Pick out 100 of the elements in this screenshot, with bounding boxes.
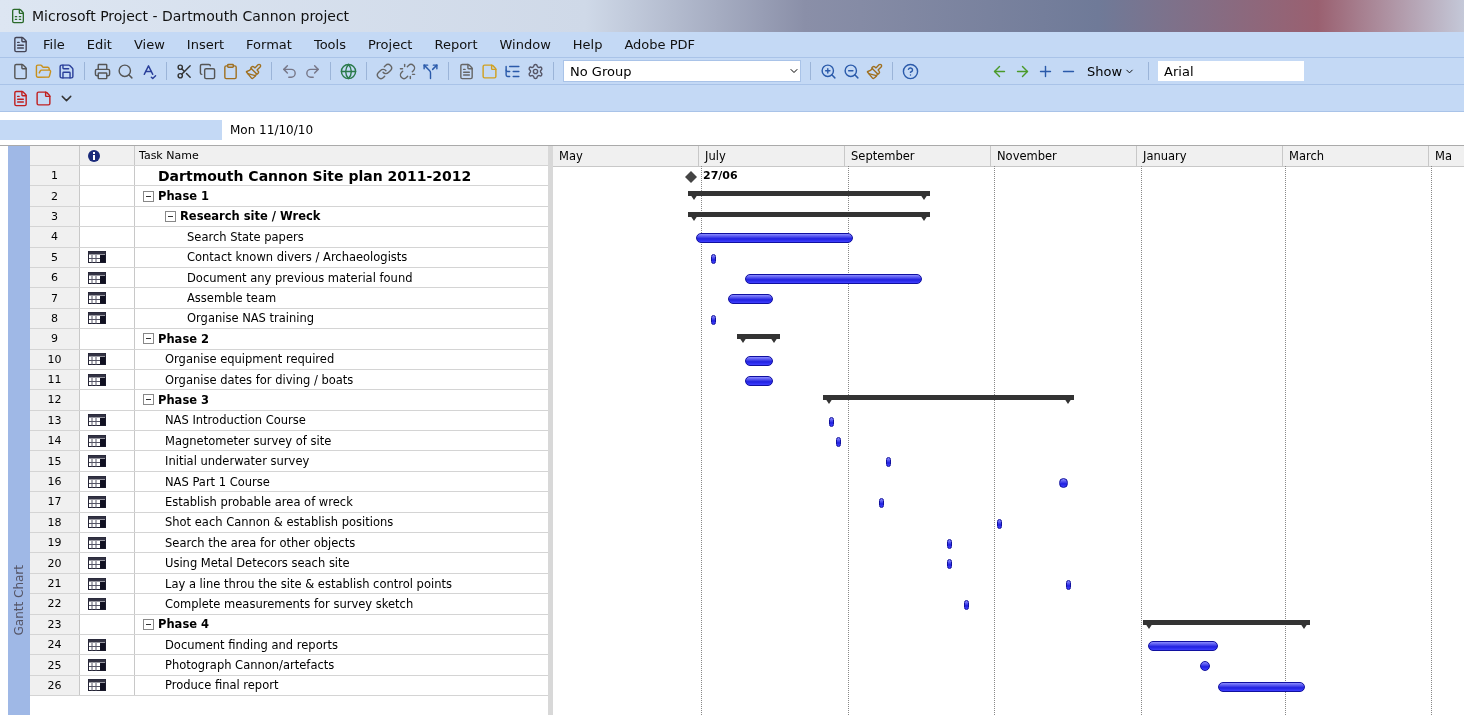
pdf-review-icon[interactable]: [35, 89, 52, 107]
menu-item[interactable]: Project: [359, 37, 421, 52]
row-number[interactable]: 20: [30, 553, 80, 573]
row-number[interactable]: 11: [30, 369, 80, 390]
copy-icon[interactable]: [199, 62, 216, 80]
zoom-out-icon[interactable]: [843, 62, 860, 80]
preview-icon[interactable]: [117, 62, 134, 80]
task-name[interactable]: Lay a line throu the site & establish control points: [165, 576, 452, 591]
gear-icon[interactable]: [527, 62, 544, 80]
row-number[interactable]: 16: [30, 471, 80, 492]
row-number[interactable]: 14: [30, 431, 80, 451]
task-name[interactable]: Assemble team: [187, 291, 277, 306]
row-number[interactable]: 23: [30, 614, 80, 634]
row-number[interactable]: 24: [30, 635, 80, 655]
menu-item[interactable]: Insert: [178, 37, 233, 52]
link-icon[interactable]: [376, 62, 393, 80]
collapse-toggle[interactable]: [143, 394, 154, 406]
task-name[interactable]: Dartmouth Cannon Site plan 2011-2012: [158, 167, 472, 184]
collapse-toggle[interactable]: [143, 190, 154, 202]
help-icon[interactable]: [902, 62, 919, 80]
calendar-icon: [88, 475, 106, 488]
undo-icon[interactable]: [281, 62, 298, 80]
row-number[interactable]: 5: [30, 247, 80, 267]
row-number[interactable]: 10: [30, 349, 80, 369]
task-name[interactable]: Complete measurements for survey sketch: [165, 596, 414, 611]
column-header[interactable]: Task Name: [135, 149, 199, 162]
zoom-in-icon[interactable]: [820, 62, 837, 80]
timescale-label: September: [845, 146, 991, 166]
row-number[interactable]: 26: [30, 675, 80, 696]
task-name[interactable]: Initial underwater survey: [165, 454, 310, 469]
row-number[interactable]: 22: [30, 594, 80, 614]
row-number[interactable]: 3: [30, 206, 80, 227]
pdf-icon[interactable]: [12, 89, 29, 107]
save-icon[interactable]: [58, 62, 75, 80]
task-name[interactable]: Organise NAS training: [187, 311, 315, 326]
row-number[interactable]: 8: [30, 308, 80, 329]
row-number[interactable]: 25: [30, 655, 80, 675]
task-name[interactable]: Search the area for other objects: [165, 535, 356, 550]
menu-item[interactable]: Tools: [305, 37, 354, 52]
task-name[interactable]: Produce final report: [165, 678, 279, 693]
redo-icon[interactable]: [304, 62, 321, 80]
scissors-icon[interactable]: [176, 62, 193, 80]
task-name[interactable]: Document any previous material found: [187, 270, 413, 285]
task-name[interactable]: Phase 4: [158, 617, 210, 632]
printer-icon[interactable]: [94, 62, 111, 80]
info-sheet-icon[interactable]: [458, 62, 475, 80]
row-number[interactable]: 19: [30, 533, 80, 553]
row-number[interactable]: 9: [30, 329, 80, 349]
task-name[interactable]: Photograph Cannon/artefacts: [165, 658, 335, 673]
collapse-toggle[interactable]: [143, 333, 154, 345]
font-field[interactable]: Arial: [1158, 61, 1305, 81]
task-name[interactable]: Establish probable area of wreck: [165, 494, 353, 509]
task-name[interactable]: NAS Introduction Course: [165, 413, 306, 428]
row-number[interactable]: 17: [30, 492, 80, 512]
entry-field[interactable]: Mon 11/10/10: [222, 120, 1464, 140]
task-name[interactable]: NAS Part 1 Course: [165, 474, 270, 489]
row-number[interactable]: 21: [30, 573, 80, 594]
menu-item[interactable]: Adobe PDF: [616, 37, 704, 52]
row-number[interactable]: 6: [30, 267, 80, 288]
menu-item[interactable]: Window: [491, 37, 559, 52]
brush-icon[interactable]: [245, 62, 262, 80]
paste-icon[interactable]: [222, 62, 239, 80]
task-bar: [711, 253, 716, 264]
row-number[interactable]: 4: [30, 227, 80, 247]
row-number[interactable]: 15: [30, 451, 80, 471]
task-name[interactable]: Phase 3: [158, 393, 210, 407]
task-name[interactable]: Shot each Cannon & establish positions: [165, 515, 394, 530]
task-name[interactable]: Organise dates for diving / boats: [165, 372, 354, 387]
task-name[interactable]: Magnetometer survey of site: [165, 433, 332, 448]
task-name[interactable]: Organise equipment required: [165, 352, 335, 367]
view-bar[interactable]: Gantt Chart: [8, 146, 30, 715]
task-name[interactable]: Using Metal Detecors seach site: [165, 556, 350, 571]
unlink-icon[interactable]: [399, 62, 416, 80]
row-number[interactable]: 2: [30, 186, 80, 206]
row-number[interactable]: 13: [30, 410, 80, 431]
menu-item[interactable]: View: [125, 37, 173, 52]
group-dropdown[interactable]: No Group: [563, 60, 801, 82]
collapse-toggle[interactable]: [165, 210, 176, 222]
split-icon[interactable]: [422, 62, 439, 80]
row-number[interactable]: 12: [30, 390, 80, 410]
task-name[interactable]: Phase 1: [158, 189, 210, 204]
globe-icon[interactable]: [340, 62, 357, 80]
show-button[interactable]: Show: [1083, 63, 1140, 79]
row-number[interactable]: 7: [30, 288, 80, 308]
task-name[interactable]: Contact known divers / Archaeologists: [187, 250, 408, 265]
collapse-toggle[interactable]: [143, 618, 154, 630]
menu-item[interactable]: File: [35, 37, 73, 52]
document-icon[interactable]: [12, 36, 29, 53]
menu-item[interactable]: Format: [238, 37, 300, 52]
new-file-icon[interactable]: [12, 62, 29, 80]
row-number[interactable]: 1: [30, 166, 80, 186]
task-bar: [745, 375, 773, 386]
menu-item[interactable]: Edit: [78, 37, 120, 52]
menu-item[interactable]: Help: [564, 37, 611, 52]
task-name[interactable]: Research site / Wreck: [180, 209, 321, 224]
task-name[interactable]: Document finding and reports: [165, 637, 338, 652]
task-name[interactable]: Search State papers: [187, 229, 304, 244]
row-number[interactable]: 18: [30, 512, 80, 533]
menu-item[interactable]: Report: [426, 37, 486, 52]
task-name[interactable]: Phase 2: [158, 331, 210, 346]
